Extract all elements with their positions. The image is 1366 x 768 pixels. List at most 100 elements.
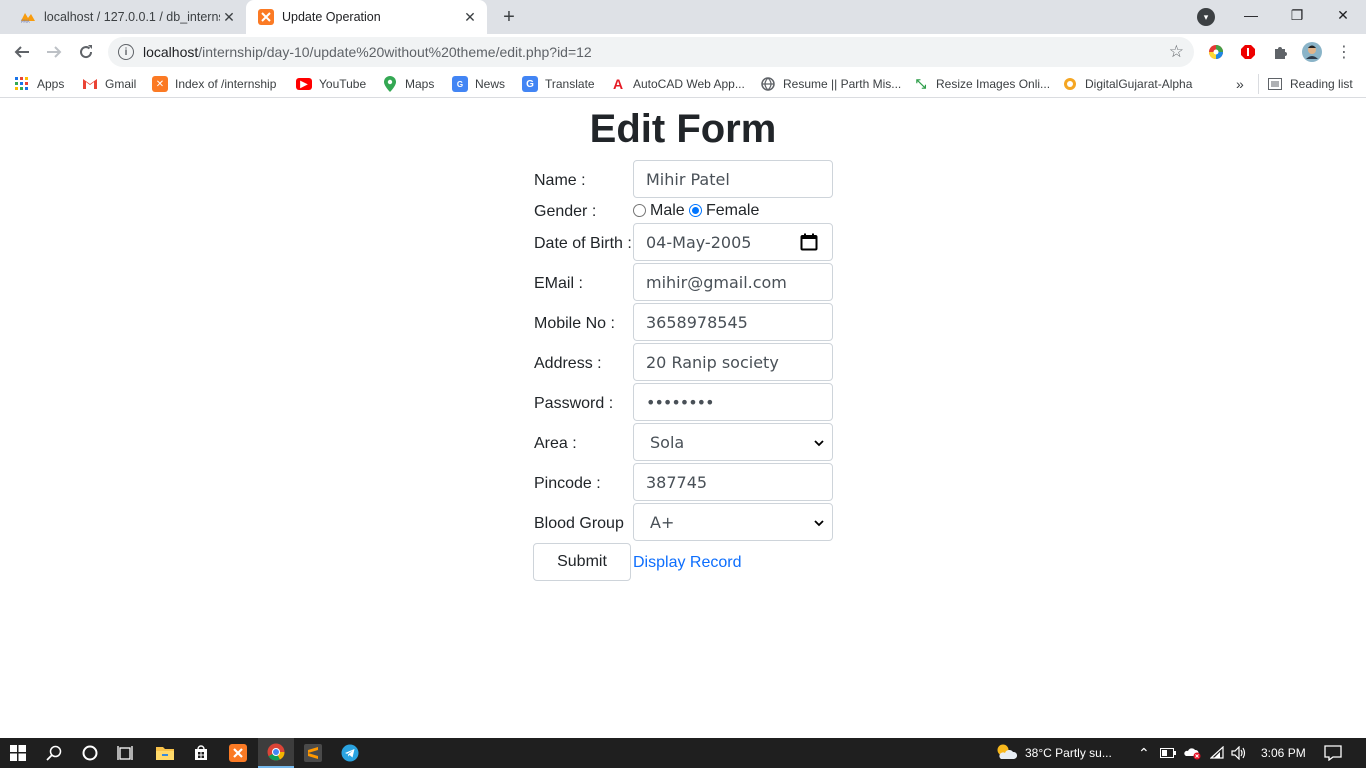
gender-female-label: Female — [706, 202, 760, 219]
bookmark-label: Translate — [545, 77, 595, 91]
bookmark-star-icon[interactable]: ☆ — [1169, 42, 1184, 62]
cortana-icon[interactable] — [72, 738, 108, 768]
bookmarks-bar: Apps Gmail ✕ Index of /internship ▶ YouT… — [0, 70, 1366, 98]
address-bar[interactable]: i localhost/internship/day-10/update%20w… — [108, 37, 1194, 67]
battery-icon[interactable] — [1160, 738, 1176, 768]
show-hidden-icons-icon[interactable]: ⌃ — [1138, 738, 1150, 768]
weather-widget[interactable]: 38°C Partly su... — [995, 738, 1112, 768]
password-label: Password : — [534, 395, 614, 412]
bookmark-label: Gmail — [105, 77, 137, 91]
tab-update-operation[interactable]: Update Operation ✕ — [246, 0, 487, 34]
bookmark-news[interactable]: G News — [452, 76, 505, 92]
onedrive-error-icon[interactable] — [1184, 738, 1202, 768]
blood-group-label: Blood Group — [534, 515, 624, 532]
page-title: Edit Form — [589, 107, 777, 151]
blood-group-value: A+ — [650, 512, 675, 532]
sublime-text-icon[interactable] — [295, 738, 331, 768]
tab-close-icon[interactable]: ✕ — [220, 8, 238, 26]
email-input[interactable]: mihir@gmail.com — [633, 263, 833, 301]
windows-start-icon[interactable] — [0, 738, 36, 768]
weather-text: 38°C Partly su... — [1025, 746, 1112, 760]
color-wheel-extension-icon[interactable] — [1206, 42, 1226, 62]
calendar-icon[interactable] — [800, 233, 818, 255]
name-input[interactable]: Mihir Patel — [633, 160, 833, 198]
gender-male-label: Male — [650, 202, 685, 219]
tab-phpmyadmin[interactable]: PMA localhost / 127.0.0.1 / db_internshi… — [8, 0, 246, 34]
more-bookmarks-icon[interactable]: » — [1236, 76, 1244, 92]
password-input[interactable]: •••••••• — [633, 383, 833, 421]
bookmark-index-internship[interactable]: ✕ Index of /internship — [152, 76, 276, 92]
area-select[interactable]: Sola — [633, 423, 833, 461]
bookmark-label: YouTube — [319, 77, 367, 91]
profile-avatar[interactable] — [1302, 42, 1322, 62]
store-icon[interactable] — [183, 738, 219, 768]
bookmark-label: Apps — [37, 77, 65, 91]
bookmark-label: DigitalGujarat-Alpha — [1085, 77, 1193, 91]
address-input[interactable]: 20 Ranip society — [633, 343, 833, 381]
bookmark-autocad[interactable]: A AutoCAD Web App... — [610, 76, 745, 92]
xampp-taskbar-icon[interactable] — [220, 738, 256, 768]
gender-male-radio[interactable] — [633, 204, 646, 217]
restore-icon[interactable]: ❐ — [1274, 0, 1320, 30]
bookmark-gmail[interactable]: Gmail — [82, 76, 136, 92]
name-value: Mihir Patel — [646, 169, 730, 189]
file-explorer-icon[interactable] — [147, 738, 183, 768]
bookmark-resize-images[interactable]: ⤡ Resize Images Onli... — [913, 76, 1050, 92]
tab-close-icon[interactable]: ✕ — [461, 8, 479, 26]
extensions-puzzle-icon[interactable] — [1270, 42, 1290, 62]
clock-time[interactable]: 3:06 PM — [1261, 738, 1306, 768]
tab-title: localhost / 127.0.0.1 / db_internship — [44, 10, 220, 24]
reading-list-button[interactable]: Reading list — [1258, 74, 1353, 94]
adblock-extension-icon[interactable] — [1238, 42, 1258, 62]
bookmark-label: Resize Images Onli... — [936, 77, 1051, 91]
chevron-down-icon — [812, 515, 826, 529]
telegram-icon[interactable] — [332, 738, 368, 768]
url-path: /internship/day-10/update%20without%20th… — [198, 44, 592, 60]
bookmark-maps[interactable]: Maps — [382, 76, 434, 92]
url-host: localhost — [143, 44, 199, 60]
bookmark-translate[interactable]: G Translate — [522, 76, 595, 92]
name-label: Name : — [534, 172, 586, 189]
back-icon[interactable] — [8, 38, 36, 66]
pincode-value: 387745 — [646, 472, 708, 492]
bookmark-resume[interactable]: Resume || Parth Mis... — [760, 76, 901, 92]
submit-button[interactable]: Submit — [533, 543, 631, 581]
news-icon: G — [452, 76, 468, 92]
windows-taskbar: 38°C Partly su... ⌃ 3:06 PM — [0, 738, 1366, 768]
blood-group-select[interactable]: A+ — [633, 503, 833, 541]
reload-icon[interactable] — [72, 38, 100, 66]
new-tab-icon[interactable]: + — [498, 6, 520, 28]
search-icon[interactable] — [36, 738, 72, 768]
resize-icon: ⤡ — [915, 76, 927, 91]
phpmyadmin-icon: PMA — [20, 9, 36, 25]
forward-icon[interactable] — [40, 38, 68, 66]
mobile-input[interactable]: 3658978545 — [633, 303, 833, 341]
chrome-taskbar-icon[interactable] — [258, 738, 294, 768]
wifi-icon[interactable] — [1210, 738, 1226, 768]
mobile-value: 3658978545 — [646, 312, 748, 332]
minimize-icon[interactable]: — — [1228, 0, 1274, 30]
notifications-icon[interactable] — [1324, 738, 1342, 768]
maps-icon — [382, 76, 398, 92]
display-record-link[interactable]: Display Record — [633, 554, 741, 572]
reading-list-icon — [1267, 76, 1283, 92]
gender-female-radio[interactable] — [689, 204, 702, 217]
area-label: Area : — [534, 435, 577, 452]
bookmark-apps[interactable]: Apps — [14, 76, 64, 92]
dob-date-input[interactable]: 04-May-2005 — [633, 223, 833, 261]
pincode-label: Pincode : — [534, 475, 601, 492]
tab-search-icon[interactable]: ▾ — [1197, 8, 1215, 26]
pincode-input[interactable]: 387745 — [633, 463, 833, 501]
volume-icon[interactable] — [1231, 738, 1247, 768]
window-close-icon[interactable]: ✕ — [1320, 0, 1366, 30]
address-label: Address : — [534, 355, 602, 372]
chrome-menu-icon[interactable]: ⋮ — [1334, 42, 1354, 62]
site-info-icon[interactable]: i — [118, 44, 134, 60]
bookmark-label: Maps — [405, 77, 435, 91]
email-value: mihir@gmail.com — [646, 272, 787, 292]
bookmark-label: Resume || Parth Mis... — [783, 77, 902, 91]
bookmark-youtube[interactable]: ▶ YouTube — [296, 76, 366, 92]
task-view-icon[interactable] — [108, 738, 144, 768]
bookmark-digitalgujarat[interactable]: DigitalGujarat-Alpha — [1062, 76, 1192, 92]
globe-icon — [760, 76, 776, 92]
